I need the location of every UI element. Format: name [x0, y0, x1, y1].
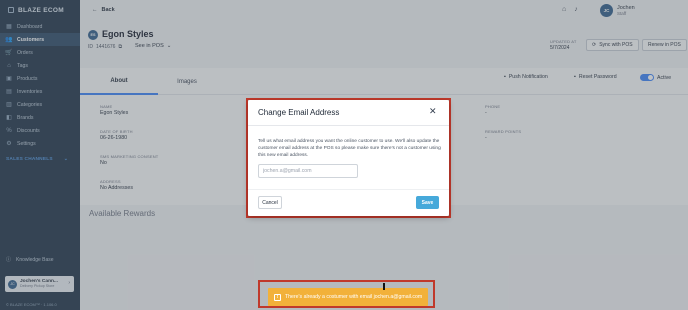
- modal-title: Change Email Address: [258, 108, 340, 117]
- close-icon[interactable]: ✕: [429, 106, 437, 117]
- modal-description: Tell us what email address you want the …: [258, 139, 441, 158]
- divider: [248, 189, 449, 190]
- email-field[interactable]: [258, 164, 358, 178]
- error-toast: ! There's already a costumer with email …: [268, 288, 428, 306]
- save-button[interactable]: Save: [416, 196, 439, 209]
- mouse-cursor: [383, 283, 385, 290]
- toast-message: There's already a costumer with email jo…: [285, 294, 423, 300]
- cancel-button[interactable]: Cancel: [258, 196, 282, 209]
- divider: [248, 125, 449, 126]
- change-email-modal: Change Email Address ✕ Tell us what emai…: [248, 100, 449, 216]
- warning-icon: !: [274, 293, 281, 301]
